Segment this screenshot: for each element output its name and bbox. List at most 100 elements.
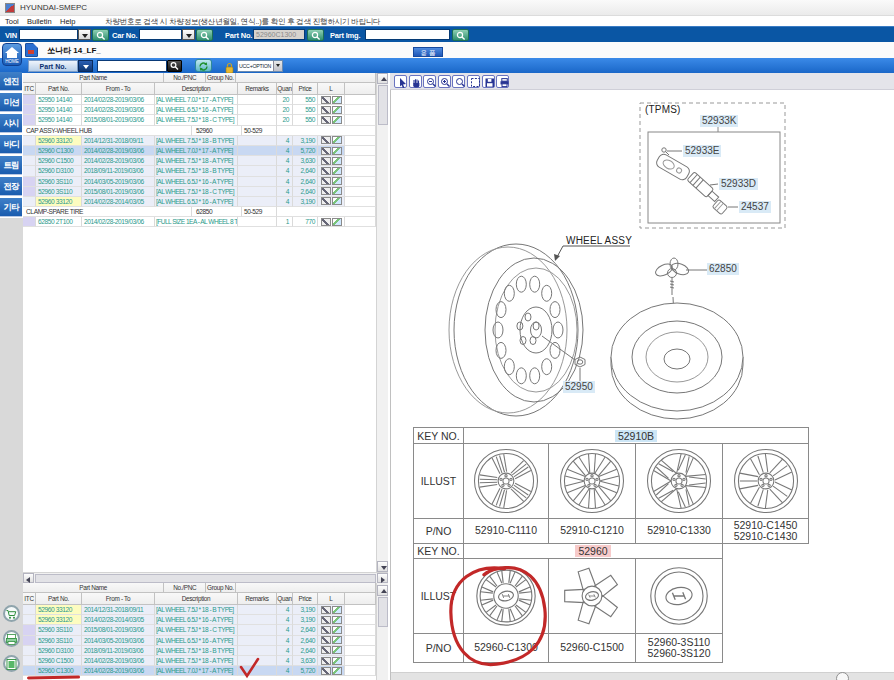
top-vscroll-thumb[interactable] [378,85,388,125]
illust-wheel-4[interactable] [722,443,809,519]
edit-icon[interactable] [321,636,331,644]
bottom-vscroll-thumb[interactable] [378,597,388,627]
sidebar-item-5[interactable]: 전장 [0,177,22,196]
pno-value-2-1[interactable]: 52960-C1300 [463,633,549,663]
part-row[interactable]: 52950 141402015/08/01-2019/03/06[AL WHEE… [23,115,376,125]
edit-icon[interactable] [321,96,331,104]
illust-wheel-1[interactable] [463,443,549,519]
print-list-button[interactable] [3,630,20,647]
zoom-icon[interactable] [452,75,465,88]
image-icon[interactable] [332,646,342,654]
vin-input[interactable] [19,29,78,40]
label-24537[interactable]: 24537 [739,201,771,213]
part-row[interactable]: 52960 C15002014/02/28-2019/03/06[AL WHEE… [23,156,376,166]
sidebar-item-0[interactable]: 엔진 [0,72,22,91]
top-hscroll-thumb[interactable] [35,574,376,583]
part-row[interactable]: 52960 331202014/12/31-2018/09/11[AL WHEE… [23,605,376,615]
select-region-icon[interactable] [467,75,480,88]
label-62850[interactable]: 62850 [707,263,739,275]
home-button[interactable]: HOME [2,43,22,66]
edit-icon[interactable] [321,606,331,614]
vin-search-button[interactable] [92,29,109,41]
edit-icon[interactable] [321,187,331,195]
pno-value-1-2[interactable]: 52910-C1210 [548,518,636,544]
part-no-input[interactable] [97,60,167,72]
cursor-icon[interactable] [394,75,407,88]
illust-cap-1[interactable] [463,558,549,634]
report-button[interactable] [3,655,20,672]
label-52933D[interactable]: 52933D [719,178,758,190]
image-icon[interactable] [332,106,342,114]
image-icon[interactable] [332,657,342,665]
refresh-button[interactable] [195,59,212,72]
edit-icon[interactable] [321,218,331,226]
print-icon[interactable] [496,75,509,88]
edit-icon[interactable] [321,197,331,205]
car-dropdown[interactable] [182,29,195,40]
edit-icon[interactable] [321,667,331,675]
menu-help[interactable]: Help [60,17,75,26]
image-icon[interactable] [332,197,342,205]
edit-icon[interactable] [321,116,331,124]
car-search-button[interactable] [196,29,213,41]
part-row[interactable]: 62850 2T1002014/02/28-2019/03/06[FULL SI… [23,217,376,227]
part-row[interactable]: 52950 141402014/02/28-2019/03/06[AL WHEE… [23,105,376,115]
image-icon[interactable] [332,177,342,185]
part-row[interactable]: 52960 3S1102015/08/01-2019/03/06[AL WHEE… [23,625,376,635]
part-search-button[interactable] [307,29,324,41]
pno-value-1-4[interactable]: 52910-C145052910-C1430 [722,518,809,544]
edit-icon[interactable] [321,616,331,624]
edit-icon[interactable] [321,657,331,665]
image-icon[interactable] [332,96,342,104]
illust-wheel-3[interactable] [635,443,723,519]
search-type-dropdown[interactable] [78,60,93,72]
ucc-option-combo[interactable]: UCC+OPTION [237,60,283,72]
sidebar-item-1[interactable]: 미션 [0,93,22,112]
edit-icon[interactable] [321,157,331,165]
label-52933K[interactable]: 52933K [700,115,738,127]
image-icon[interactable] [332,636,342,644]
scroll-up-button[interactable] [377,73,388,84]
pno-value-2-3[interactable]: 52960-3S11052960-3S120 [635,633,723,663]
bottom-table-vscrollbar[interactable] [376,583,388,680]
edit-icon[interactable] [321,106,331,114]
group-row[interactable]: CLAMP-SPARE TIRE6285050-529 [23,207,376,217]
image-icon[interactable] [332,147,342,155]
hand-icon[interactable] [409,75,422,88]
part-row[interactable]: 52960 3S1102014/03/05-2019/03/06[AL WHEE… [23,636,376,646]
label-52950[interactable]: 52950 [563,381,595,393]
top-table-hscrollbar[interactable] [23,572,388,583]
image-icon[interactable] [332,187,342,195]
part-row[interactable]: 52960 331202014/02/28-2014/03/05[AL WHEE… [23,197,376,207]
part-row[interactable]: 52960 331202014/12/31-2018/09/11[AL WHEE… [23,136,376,146]
image-icon[interactable] [332,606,342,614]
image-icon[interactable] [332,667,342,675]
part-input[interactable] [253,29,305,40]
image-icon[interactable] [332,157,342,165]
illust-cap-3[interactable] [635,558,723,634]
sidebar-item-4[interactable]: 트림 [0,156,22,175]
part-row[interactable]: 52960 3S1102015/08/01-2019/03/06[AL WHEE… [23,187,376,197]
image-icon[interactable] [332,616,342,624]
image-icon[interactable] [332,136,342,144]
image-icon[interactable] [332,116,342,124]
image-icon[interactable] [332,218,342,226]
vin-dropdown[interactable] [78,29,91,40]
key-no-value-1[interactable]: 52910B [463,427,809,444]
edit-icon[interactable] [321,167,331,175]
accessory-button[interactable]: 용 품 [413,47,443,57]
part-row[interactable]: 52960 D31002018/09/11-2019/03/06[AL WHEE… [23,646,376,656]
pno-value-1-1[interactable]: 52910-C1110 [463,518,549,544]
part-row[interactable]: 52950 141402014/02/28-2019/03/06[AL WHEE… [23,95,376,105]
sidebar-item-2[interactable]: 샤시 [0,114,22,133]
label-52933E[interactable]: 52933E [683,145,721,157]
img-search-button[interactable] [452,29,469,41]
part-row[interactable]: 52960 C13002014/02/28-2019/03/06[AL WHEE… [23,666,376,676]
car-input[interactable] [139,29,182,40]
zoom-out-icon[interactable] [423,75,436,88]
key-no-value-2[interactable]: 52960 [463,543,723,559]
illust-wheel-2[interactable] [548,443,636,519]
scroll-down-button[interactable] [377,561,388,572]
scroll-up-button-b[interactable] [377,585,388,596]
top-table-vscrollbar[interactable] [376,73,388,572]
